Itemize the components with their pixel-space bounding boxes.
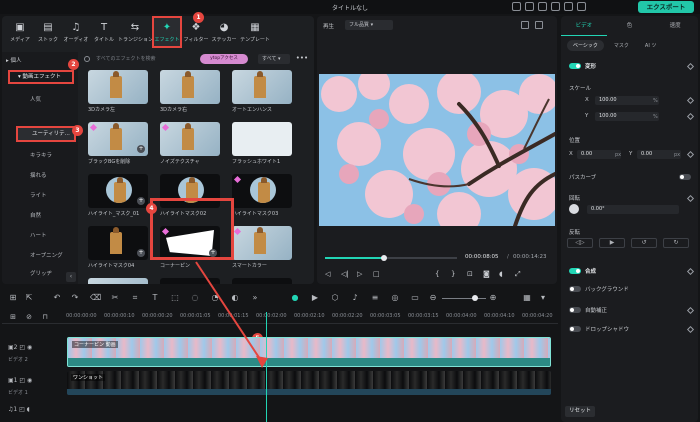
annotation-arrow — [195, 261, 268, 368]
